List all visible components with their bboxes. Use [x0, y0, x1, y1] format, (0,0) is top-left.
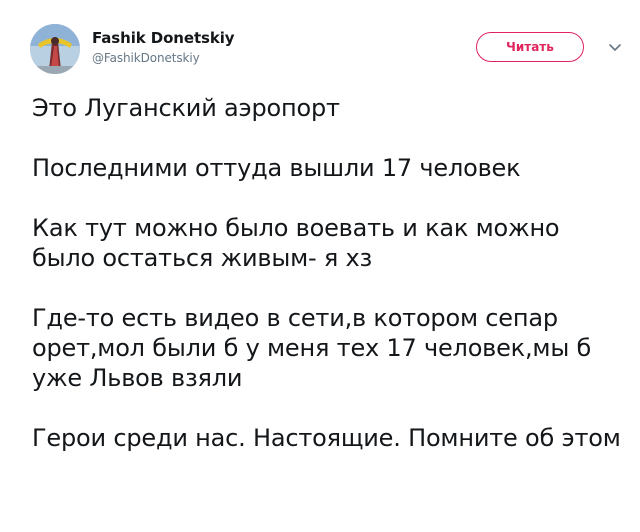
avatar-image [30, 24, 80, 74]
tweet-card: Fashik Donetskiy @FashikDonetskiy Читать… [0, 0, 640, 532]
tweet-paragraph: Герои среди нас. Настоящие. Помните об э… [32, 424, 621, 452]
tweet-paragraph: Это Луганский аэропорт [32, 94, 340, 122]
tweet-paragraph: Где-то есть видео в сети,в котором сепар… [32, 304, 592, 392]
tweet-header: Fashik Donetskiy @FashikDonetskiy Читать [30, 24, 630, 80]
display-name[interactable]: Fashik Donetskiy [92, 29, 235, 47]
tweet-text: Это Луганский аэропорт Последними оттуда… [32, 93, 622, 483]
chevron-down-icon[interactable] [606, 38, 624, 56]
user-handle[interactable]: @FashikDonetskiy [92, 50, 234, 66]
follow-button[interactable]: Читать [476, 32, 584, 62]
tweet-paragraph: Последними оттуда вышли 17 человек [32, 154, 521, 182]
avatar[interactable] [30, 24, 80, 74]
user-block[interactable]: Fashik Donetskiy @FashikDonetskiy [92, 29, 235, 66]
tweet-paragraph: Как тут можно было воевать и как можно б… [32, 214, 560, 272]
